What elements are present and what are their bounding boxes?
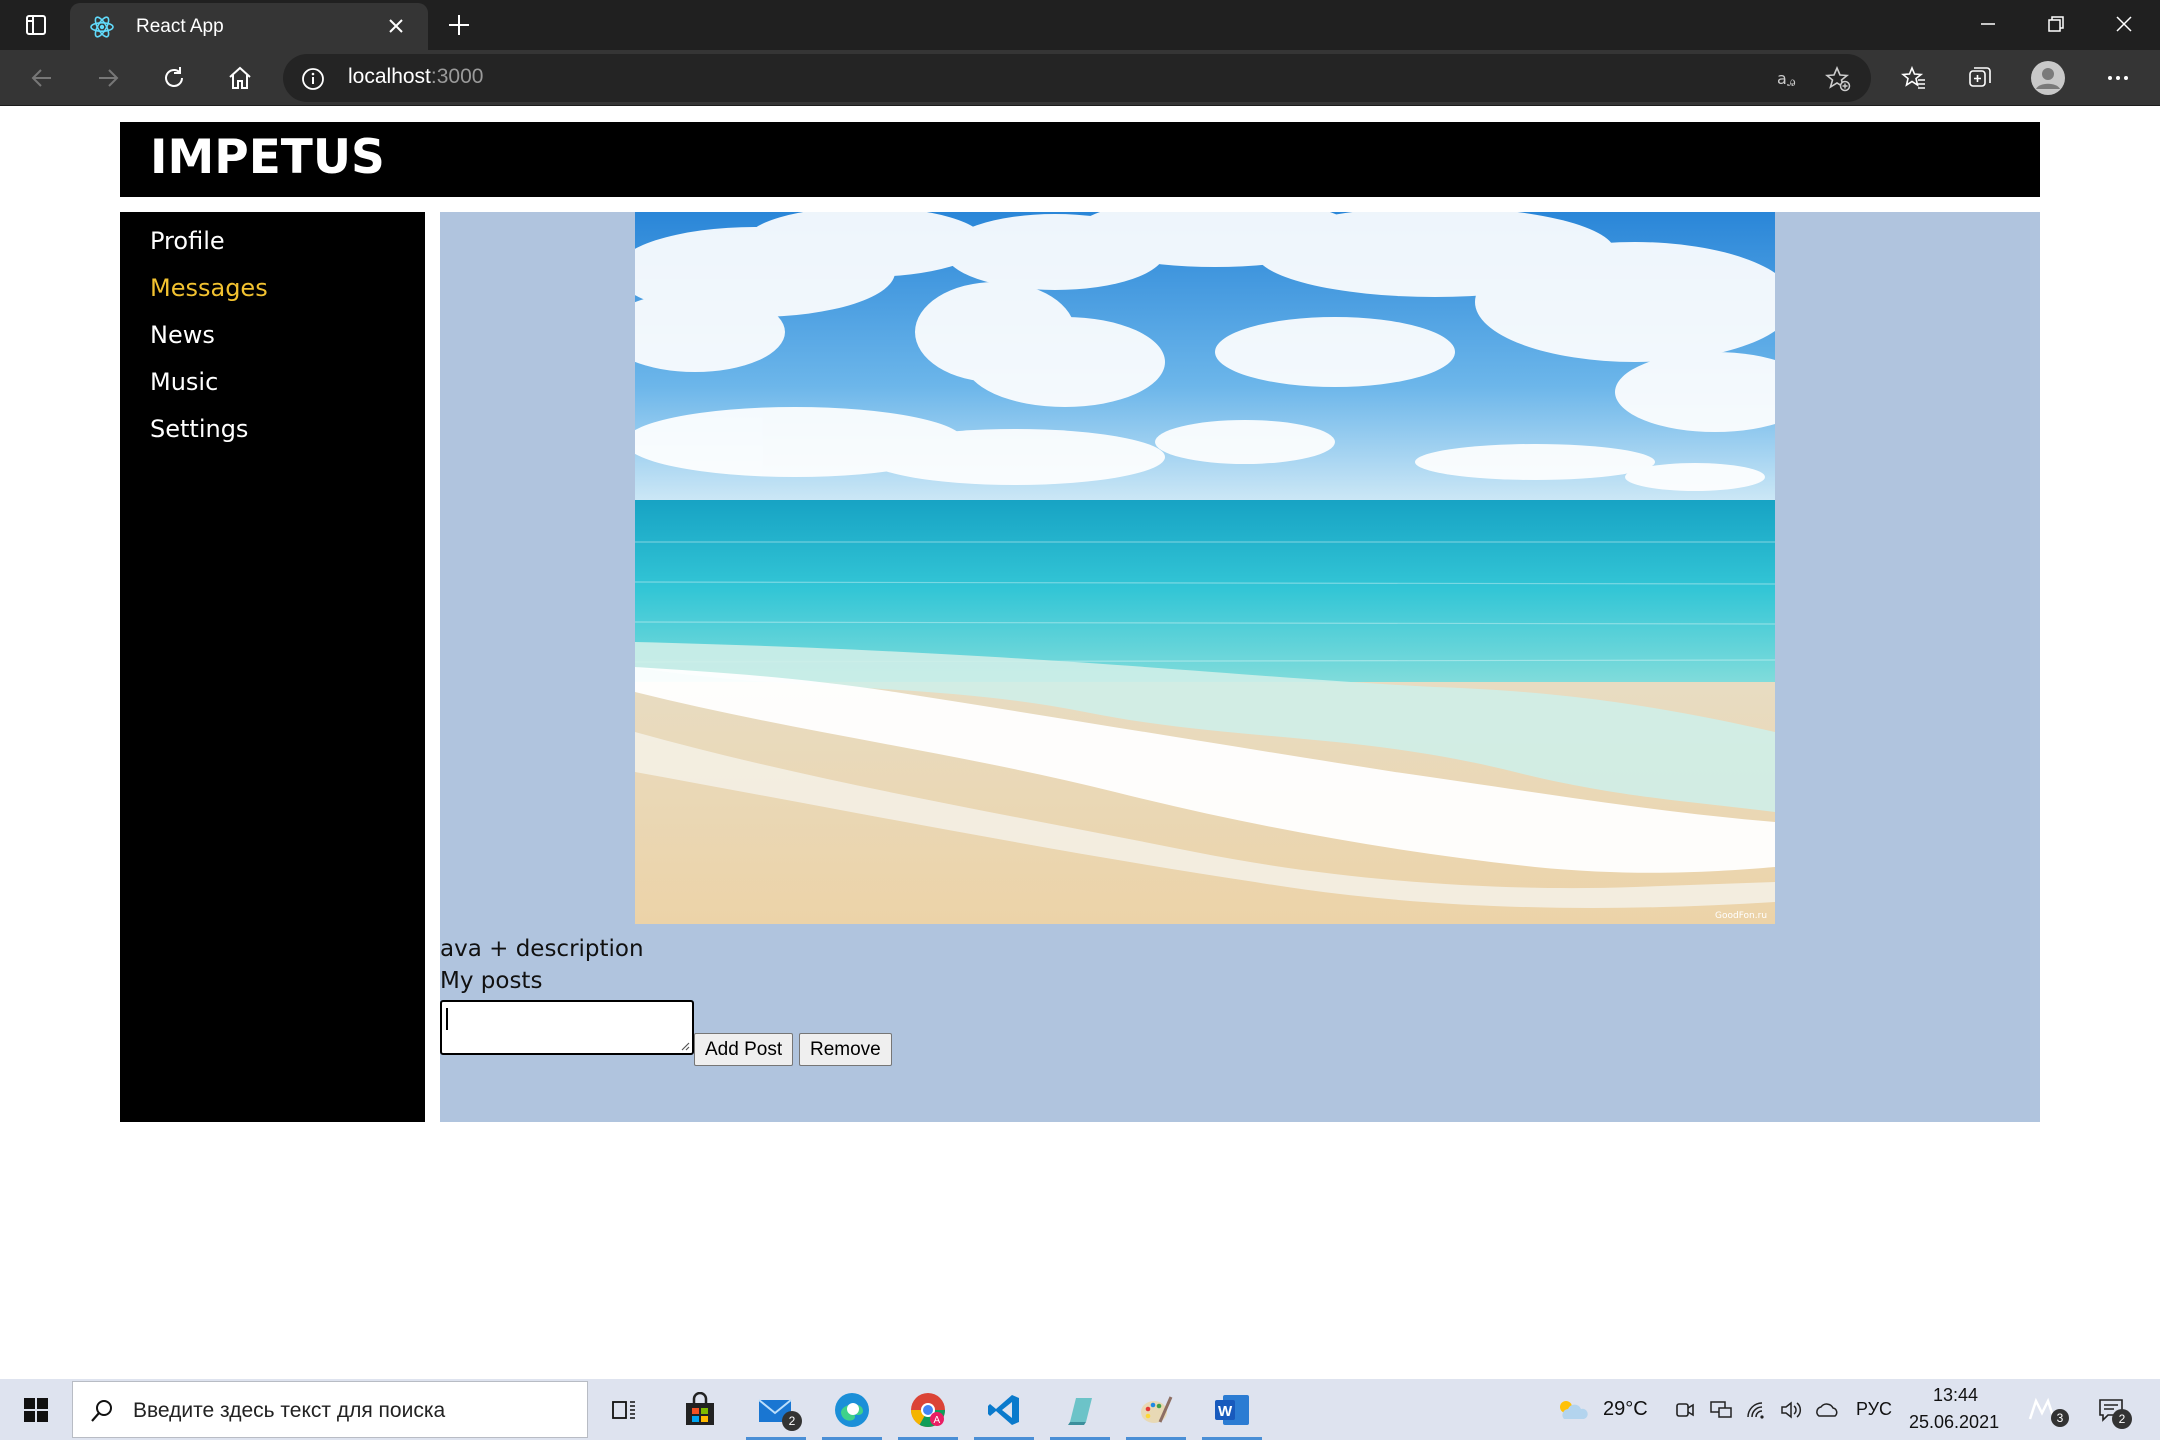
sidebar-nav: Profile Messages News Music Settings <box>120 212 425 1122</box>
nav-item-music[interactable]: Music <box>150 368 218 396</box>
windows-taskbar: Введите здесь текст для поиска 2 A W 29°… <box>0 1379 2160 1440</box>
read-aloud-icon[interactable]: aꭿ <box>1773 64 1803 94</box>
task-view-icon[interactable] <box>588 1379 660 1440</box>
remove-button[interactable]: Remove <box>799 1033 892 1066</box>
wifi-icon[interactable] <box>1744 1397 1770 1423</box>
app-header: IMPETUS <box>120 122 2040 197</box>
profile-description: ava + description <box>440 936 644 962</box>
new-tab-icon[interactable] <box>442 8 476 42</box>
more-icon[interactable] <box>2098 58 2138 98</box>
minimize-icon[interactable] <box>1958 4 2018 44</box>
paint-icon[interactable] <box>1120 1379 1192 1440</box>
browser-tabstrip: React App <box>0 0 2160 50</box>
svg-text:ꭿ: ꭿ <box>1787 74 1796 90</box>
browser-toolbar: localhost:3000 aꭿ <box>0 50 2160 106</box>
svg-text:W: W <box>1218 1403 1233 1420</box>
windows-start-icon[interactable] <box>0 1379 72 1440</box>
refresh-icon[interactable] <box>154 58 194 98</box>
browser-tab[interactable]: React App <box>70 3 428 50</box>
nav-item-settings[interactable]: Settings <box>150 415 248 443</box>
home-icon[interactable] <box>220 58 260 98</box>
back-icon[interactable] <box>22 58 62 98</box>
close-window-icon[interactable] <box>2094 4 2154 44</box>
add-post-button[interactable]: Add Post <box>694 1033 794 1066</box>
store-icon[interactable] <box>664 1379 736 1440</box>
notes-app-icon[interactable] <box>1044 1379 1116 1440</box>
post-item-1: post 1 <box>470 1167 542 1193</box>
search-icon <box>87 1396 117 1426</box>
new-post-textarea[interactable] <box>440 1000 694 1055</box>
svg-text:a: a <box>1777 69 1787 88</box>
word-icon[interactable]: W <box>1196 1379 1268 1440</box>
nav-item-news[interactable]: News <box>150 321 215 349</box>
search-placeholder: Введите здесь текст для поиска <box>133 1399 446 1422</box>
address-bar[interactable]: localhost:3000 aꭿ <box>283 54 1871 102</box>
hero-image: GoodFon.ru <box>635 212 1775 924</box>
web-page: IMPETUS Profile Messages News Music Sett… <box>0 107 2160 1379</box>
forward-icon[interactable] <box>88 58 128 98</box>
edge-icon[interactable] <box>816 1379 888 1440</box>
favorites-icon[interactable] <box>1894 58 1934 98</box>
tab-title: React App <box>136 15 224 37</box>
close-tab-icon[interactable] <box>382 12 410 40</box>
weather-icon[interactable] <box>1556 1397 1590 1423</box>
text-caret <box>446 1008 448 1030</box>
profile-avatar-icon[interactable] <box>2028 58 2068 98</box>
mail-icon[interactable]: 2 <box>740 1379 812 1440</box>
input-language[interactable]: РУС <box>1856 1399 1892 1420</box>
collections-icon[interactable] <box>1960 58 2000 98</box>
notification-badge: 2 <box>2112 1409 2132 1429</box>
volume-icon[interactable] <box>1778 1397 1804 1423</box>
meet-now-icon[interactable] <box>1672 1397 1698 1423</box>
clock-time[interactable]: 13:44 <box>1933 1385 1978 1406</box>
restore-icon[interactable] <box>2026 4 2086 44</box>
tab-actions-icon[interactable] <box>18 10 54 40</box>
nav-item-profile[interactable]: Profile <box>150 227 225 255</box>
onedrive-icon[interactable] <box>1814 1397 1840 1423</box>
react-icon <box>88 13 116 41</box>
site-info-icon[interactable] <box>299 65 327 93</box>
svg-text:GoodFon.ru: GoodFon.ru <box>1715 911 1767 921</box>
weather-temp[interactable]: 29°C <box>1603 1398 1648 1421</box>
resize-grip-icon[interactable] <box>678 1039 690 1051</box>
vscode-icon[interactable] <box>968 1379 1040 1440</box>
clock-date[interactable]: 25.06.2021 <box>1909 1412 1999 1433</box>
taskbar-search[interactable]: Введите здесь текст для поиска <box>72 1381 588 1438</box>
network-devices-icon[interactable] <box>1708 1397 1734 1423</box>
my-posts-title: My posts <box>440 968 543 994</box>
chrome-icon[interactable]: A <box>892 1379 964 1440</box>
profile-content: GoodFon.ru ava + description My posts Ad… <box>440 212 2040 1225</box>
app-logo: IMPETUS <box>150 130 385 185</box>
mail-badge: 2 <box>782 1411 802 1431</box>
nav-item-messages[interactable]: Messages <box>150 274 268 302</box>
url-text: localhost:3000 <box>348 65 484 88</box>
post-item-2: post 2 <box>470 1199 542 1225</box>
add-favorite-icon[interactable] <box>1823 64 1853 94</box>
people-badge: 3 <box>2051 1409 2069 1427</box>
svg-text:A: A <box>934 1415 941 1426</box>
